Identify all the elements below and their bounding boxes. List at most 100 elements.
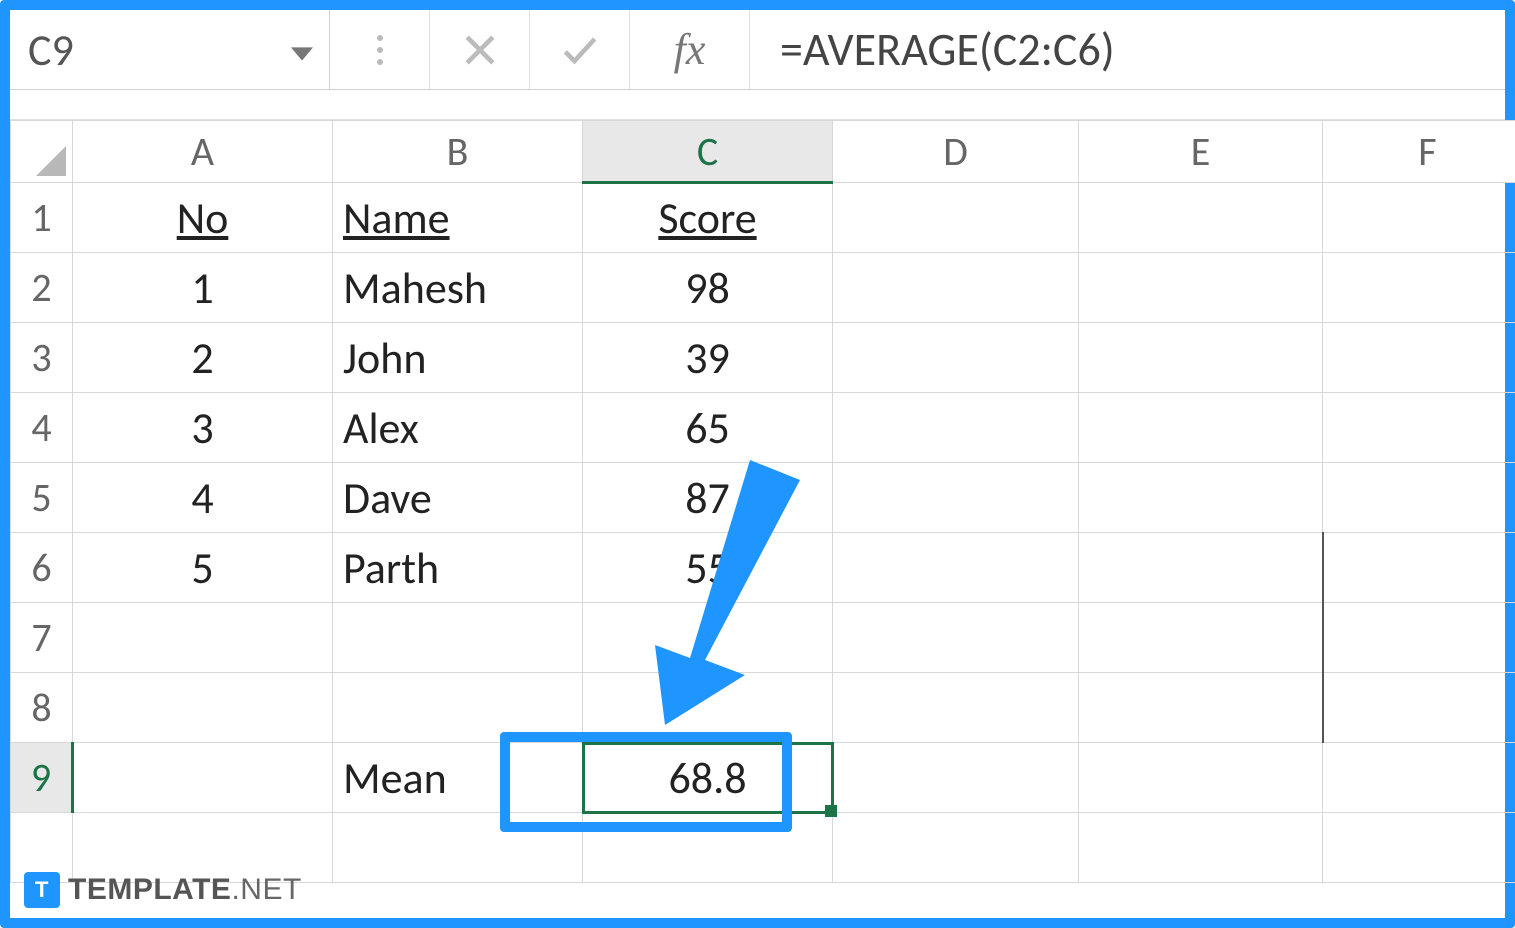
cell-E7[interactable] bbox=[1079, 603, 1323, 673]
spreadsheet-grid[interactable]: A B C D E F 1 No Name Score bbox=[10, 120, 1505, 883]
name-box[interactable]: C9 bbox=[10, 10, 330, 89]
cell-C1[interactable]: Score bbox=[583, 183, 833, 253]
formula-input[interactable]: =AVERAGE(C2:C6) bbox=[750, 10, 1505, 89]
cell-B2[interactable]: Mahesh bbox=[333, 253, 583, 323]
row-header-9[interactable]: 9 bbox=[11, 743, 73, 813]
cell-B5[interactable]: Dave bbox=[333, 463, 583, 533]
cell-B3[interactable]: John bbox=[333, 323, 583, 393]
formula-dots-button[interactable] bbox=[330, 10, 430, 89]
cell-F2[interactable] bbox=[1323, 253, 1515, 323]
cell-A2[interactable]: 1 bbox=[73, 253, 333, 323]
cell-F5[interactable] bbox=[1323, 463, 1515, 533]
cell-F1[interactable] bbox=[1323, 183, 1515, 253]
cell-A9[interactable] bbox=[73, 743, 333, 813]
cell-B9[interactable]: Mean bbox=[333, 743, 583, 813]
cell-F7[interactable] bbox=[1323, 603, 1515, 673]
check-icon bbox=[558, 28, 602, 72]
cell-C4[interactable]: 65 bbox=[583, 393, 833, 463]
cell-F4[interactable] bbox=[1323, 393, 1515, 463]
cell-A1[interactable]: No bbox=[73, 183, 333, 253]
cell-D9[interactable] bbox=[833, 743, 1079, 813]
watermark-logo-icon: T bbox=[24, 872, 60, 908]
cell-E10[interactable] bbox=[1079, 813, 1323, 883]
cell-D8[interactable] bbox=[833, 673, 1079, 743]
dropdown-icon[interactable] bbox=[291, 23, 313, 77]
row-6: 6 5 Parth 55 bbox=[11, 533, 1515, 603]
cell-B7[interactable] bbox=[333, 603, 583, 673]
cell-E9[interactable] bbox=[1079, 743, 1323, 813]
watermark-brand-rest: .NET bbox=[231, 873, 301, 906]
cell-D3[interactable] bbox=[833, 323, 1079, 393]
cell-E8[interactable] bbox=[1079, 673, 1323, 743]
row-5: 5 4 Dave 87 bbox=[11, 463, 1515, 533]
cell-D2[interactable] bbox=[833, 253, 1079, 323]
cell-C10[interactable] bbox=[583, 813, 833, 883]
cell-B4[interactable]: Alex bbox=[333, 393, 583, 463]
col-header-D[interactable]: D bbox=[833, 121, 1079, 183]
row-header-2[interactable]: 2 bbox=[11, 253, 73, 323]
cell-C8[interactable] bbox=[583, 673, 833, 743]
cell-E2[interactable] bbox=[1079, 253, 1323, 323]
fill-handle[interactable] bbox=[825, 805, 837, 817]
formula-text: =AVERAGE(C2:C6) bbox=[780, 22, 1115, 78]
watermark-brand-bold: TEMPLATE bbox=[68, 873, 231, 906]
row-header-3[interactable]: 3 bbox=[11, 323, 73, 393]
cell-E6[interactable] bbox=[1079, 533, 1323, 603]
cell-C5[interactable]: 87 bbox=[583, 463, 833, 533]
cell-A4[interactable]: 3 bbox=[73, 393, 333, 463]
row-3: 3 2 John 39 bbox=[11, 323, 1515, 393]
cell-C6[interactable]: 55 bbox=[583, 533, 833, 603]
cell-D6[interactable] bbox=[833, 533, 1079, 603]
cell-F3[interactable] bbox=[1323, 323, 1515, 393]
row-header-6[interactable]: 6 bbox=[11, 533, 73, 603]
cell-B1[interactable]: Name bbox=[333, 183, 583, 253]
cell-E5[interactable] bbox=[1079, 463, 1323, 533]
row-header-4[interactable]: 4 bbox=[11, 393, 73, 463]
cell-E3[interactable] bbox=[1079, 323, 1323, 393]
cell-D1[interactable] bbox=[833, 183, 1079, 253]
cell-B6[interactable]: Parth bbox=[333, 533, 583, 603]
row-header-1[interactable]: 1 bbox=[11, 183, 73, 253]
cell-A5[interactable]: 4 bbox=[73, 463, 333, 533]
row-9: 9 Mean 68.8 bbox=[11, 743, 1515, 813]
row-header-8[interactable]: 8 bbox=[11, 673, 73, 743]
insert-function-button[interactable]: fx bbox=[630, 10, 750, 89]
cell-B8[interactable] bbox=[333, 673, 583, 743]
row-7: 7 bbox=[11, 603, 1515, 673]
select-all-corner[interactable] bbox=[11, 121, 73, 183]
enter-button[interactable] bbox=[530, 10, 630, 89]
cell-A6[interactable]: 5 bbox=[73, 533, 333, 603]
cell-D4[interactable] bbox=[833, 393, 1079, 463]
watermark: T TEMPLATE.NET bbox=[24, 872, 302, 908]
x-icon bbox=[458, 28, 502, 72]
cell-A7[interactable] bbox=[73, 603, 333, 673]
cell-F8[interactable] bbox=[1323, 673, 1515, 743]
cell-A3[interactable]: 2 bbox=[73, 323, 333, 393]
col-header-C[interactable]: C bbox=[583, 121, 833, 183]
cell-C3[interactable]: 39 bbox=[583, 323, 833, 393]
col-header-F[interactable]: F bbox=[1323, 121, 1515, 183]
col-header-B[interactable]: B bbox=[333, 121, 583, 183]
cell-D10[interactable] bbox=[833, 813, 1079, 883]
cell-F9[interactable] bbox=[1323, 743, 1515, 813]
cell-A8[interactable] bbox=[73, 673, 333, 743]
cell-C7[interactable] bbox=[583, 603, 833, 673]
formula-bar-expand-strip[interactable] bbox=[10, 90, 1505, 120]
col-header-E[interactable]: E bbox=[1079, 121, 1323, 183]
dots-vertical-icon bbox=[377, 35, 383, 65]
row-header-7[interactable]: 7 bbox=[11, 603, 73, 673]
cell-E1[interactable] bbox=[1079, 183, 1323, 253]
cell-F10[interactable] bbox=[1323, 813, 1515, 883]
formula-bar: C9 fx =AVERAGE(C2:C6) bbox=[10, 10, 1505, 90]
col-header-A[interactable]: A bbox=[73, 121, 333, 183]
cell-B10[interactable] bbox=[333, 813, 583, 883]
cancel-button[interactable] bbox=[430, 10, 530, 89]
cell-D7[interactable] bbox=[833, 603, 1079, 673]
cell-C9[interactable]: 68.8 bbox=[583, 743, 833, 813]
cell-C2[interactable]: 98 bbox=[583, 253, 833, 323]
cell-E4[interactable] bbox=[1079, 393, 1323, 463]
cell-D5[interactable] bbox=[833, 463, 1079, 533]
fx-icon: fx bbox=[674, 24, 706, 75]
cell-F6[interactable] bbox=[1323, 533, 1515, 603]
row-header-5[interactable]: 5 bbox=[11, 463, 73, 533]
